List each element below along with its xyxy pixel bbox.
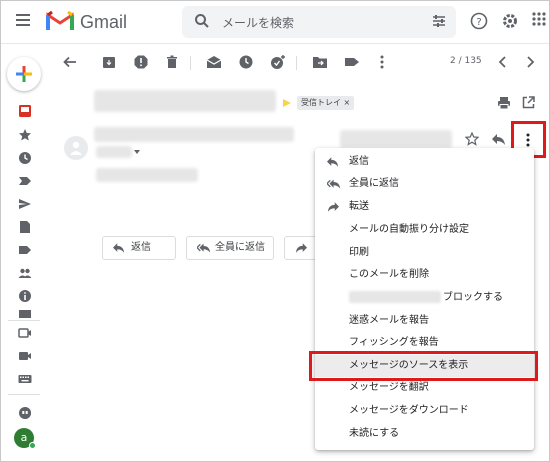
screenshot-border <box>0 0 550 462</box>
